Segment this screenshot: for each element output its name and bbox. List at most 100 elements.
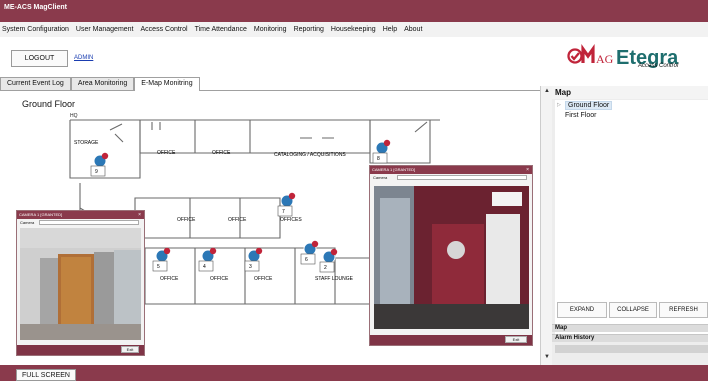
camera-feed-image xyxy=(20,228,141,340)
door-number: 7 xyxy=(282,209,285,215)
camera-select[interactable] xyxy=(397,175,527,180)
close-icon[interactable]: × xyxy=(138,212,141,218)
room-office-6: OFFICE xyxy=(210,276,229,282)
camera-title-text: CAMERA 1 [GRANTED] xyxy=(372,167,416,172)
tab-area-monitoring[interactable]: Area Monitoring xyxy=(70,77,135,90)
tree-item-ground-floor[interactable]: Ground Floor xyxy=(565,101,613,110)
room-staff-lounge: STAFF LOUNGE xyxy=(315,276,354,282)
tree-item-first-floor[interactable]: First Floor xyxy=(565,112,597,119)
door-marker-9[interactable]: 9 xyxy=(90,152,109,177)
camera-select[interactable] xyxy=(39,220,139,225)
scroll-up-icon[interactable]: ▲ xyxy=(544,88,550,94)
menu-system-configuration[interactable]: System Configuration xyxy=(2,26,69,33)
door-alert-icon xyxy=(311,240,319,248)
door-alert-icon xyxy=(255,247,263,255)
door-number: 9 xyxy=(95,169,98,175)
door-number: 4 xyxy=(203,264,206,270)
camera-title-text: CAMERA 1 [GRANTED] xyxy=(19,212,63,217)
camera-footer: Exit xyxy=(17,345,144,355)
building-label: HQ xyxy=(70,113,78,119)
magetegra-logo-icon: AG Etegra xyxy=(567,44,679,69)
menu-about[interactable]: About xyxy=(404,26,422,33)
camera-window-title: CAMERA 1 [GRANTED] × xyxy=(370,166,532,174)
collapse-button[interactable]: COLLAPSE xyxy=(609,302,657,318)
camera-footer: Exit xyxy=(370,335,532,345)
door-number: 2 xyxy=(324,265,327,271)
room-office-7: OFFICE xyxy=(254,276,273,282)
map-panel-title: Map xyxy=(552,86,708,99)
room-storage: STORAGE xyxy=(74,140,99,146)
panel-scrollbar[interactable]: ▲ ▼ xyxy=(540,86,552,365)
room-office-2: OFFICE xyxy=(212,150,231,156)
camera-select-row: Camera xyxy=(17,219,144,226)
expand-arrow-icon[interactable]: ▷ xyxy=(557,102,561,108)
logo-tagline: Access Control xyxy=(638,63,679,69)
menu-user-management[interactable]: User Management xyxy=(76,26,134,33)
tab-emap-monitoring[interactable]: E-Map Monitring xyxy=(134,77,200,91)
door-number: 3 xyxy=(249,264,252,270)
room-offices: OFFICES xyxy=(280,217,302,223)
door-alert-icon xyxy=(163,247,171,255)
door-number: 6 xyxy=(305,257,308,263)
refresh-button[interactable]: REFRESH xyxy=(659,302,708,318)
room-office-3: OFFICE xyxy=(177,217,196,223)
map-tree: ▷ Ground Floor First Floor xyxy=(555,100,708,334)
camera-window-right[interactable]: CAMERA 1 [GRANTED] × Camera Exit xyxy=(369,165,533,346)
app-title: ME-ACS MagClient xyxy=(4,4,67,11)
bottom-bar xyxy=(0,365,708,381)
exit-button[interactable]: Exit xyxy=(121,346,139,353)
exit-button[interactable]: Exit xyxy=(505,336,527,343)
room-office-4: OFFICE xyxy=(228,217,247,223)
menu-access-control[interactable]: Access Control xyxy=(141,26,188,33)
door-marker-8[interactable]: 8 xyxy=(372,139,391,164)
door-label-box xyxy=(152,260,168,272)
accordion-content xyxy=(555,345,708,353)
door-marker-3[interactable]: 3 xyxy=(244,247,263,272)
camera-field-label: Camera xyxy=(20,220,35,225)
logout-button[interactable]: LOGOUT xyxy=(11,50,68,67)
scroll-down-icon[interactable]: ▼ xyxy=(544,354,550,360)
door-label-box xyxy=(277,205,293,217)
menu-time-attendance[interactable]: Time Attendance xyxy=(195,26,247,33)
map-panel: Map ▷ Ground Floor First Floor EXPAND CO… xyxy=(552,86,708,365)
full-screen-button[interactable]: FULL SCREEN xyxy=(16,369,76,381)
room-office-5: OFFICE xyxy=(160,276,179,282)
door-marker-6[interactable]: 6 xyxy=(300,240,319,265)
door-number: 5 xyxy=(157,264,160,270)
room-office-1: OFFICE xyxy=(157,150,176,156)
user-link[interactable]: ADMIN xyxy=(74,55,93,61)
close-icon[interactable]: × xyxy=(526,167,529,173)
app-window: ME-ACS MagClient System Configuration Us… xyxy=(0,0,708,381)
door-alert-icon xyxy=(383,139,391,147)
accordion-alarm-history[interactable]: Alarm History xyxy=(552,334,708,342)
menu-help[interactable]: Help xyxy=(383,26,397,33)
tab-divider xyxy=(0,90,540,91)
room-cataloging: CATALOGING / ACQUISITIONS xyxy=(274,152,346,158)
camera-window-left[interactable]: CAMERA 1 [GRANTED] × Camera Exit xyxy=(16,210,145,356)
door-alert-icon xyxy=(288,192,296,200)
main-tabs: Current Event Log Area Monitoring E-Map … xyxy=(0,77,200,91)
camera-window-title: CAMERA 1 [GRANTED] × xyxy=(17,211,144,219)
door-label-box xyxy=(372,152,388,164)
door-label-box xyxy=(300,253,316,265)
door-alert-icon xyxy=(330,248,338,256)
door-alert-icon xyxy=(101,152,109,160)
door-marker-5[interactable]: 5 xyxy=(152,247,171,272)
tab-current-event-log[interactable]: Current Event Log xyxy=(0,77,71,90)
accordion-map[interactable]: Map xyxy=(552,324,708,332)
camera-select-row: Camera xyxy=(370,174,532,181)
door-label-box xyxy=(319,261,335,273)
svg-text:AG: AG xyxy=(596,52,614,66)
door-alert-icon xyxy=(209,247,217,255)
menu-bar: System Configuration User Management Acc… xyxy=(0,22,708,37)
menu-monitoring[interactable]: Monitoring xyxy=(254,26,287,33)
door-marker-7[interactable]: 7 xyxy=(277,192,296,217)
door-marker-4[interactable]: 4 xyxy=(198,247,217,272)
title-bar: ME-ACS MagClient xyxy=(0,0,708,22)
expand-button[interactable]: EXPAND xyxy=(557,302,607,318)
menu-reporting[interactable]: Reporting xyxy=(294,26,324,33)
door-label-box xyxy=(198,260,214,272)
door-label-box xyxy=(244,260,260,272)
camera-field-label: Camera xyxy=(373,175,388,180)
menu-housekeeping[interactable]: Housekeeping xyxy=(331,26,376,33)
